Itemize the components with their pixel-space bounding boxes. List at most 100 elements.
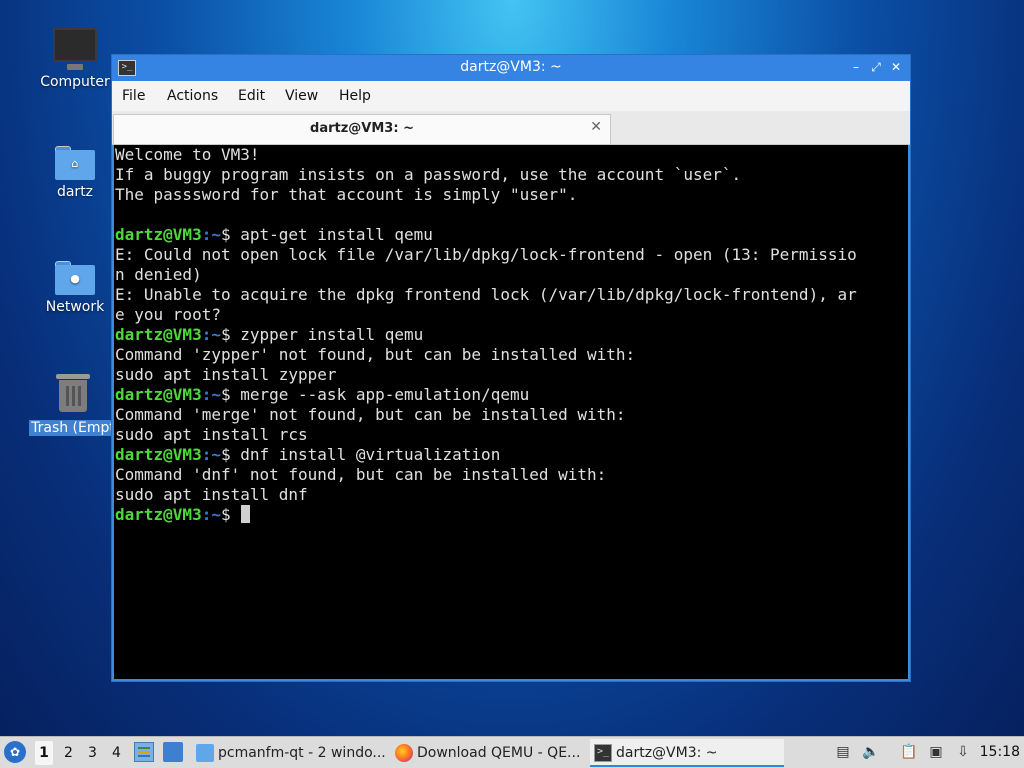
close-button[interactable]: ✕ [888, 59, 904, 75]
output-text: Command 'merge' not found, but can be in… [115, 405, 626, 424]
desktop-icon-computer[interactable]: Computer [30, 20, 120, 90]
workspace-4[interactable]: 4 [112, 745, 121, 761]
terminal-icon: >_ [594, 744, 612, 762]
prompt-user-host: dartz@VM3 [115, 325, 202, 344]
task-label: dartz@VM3: ~ [616, 745, 718, 761]
window-title: dartz@VM3: ~ [460, 59, 562, 75]
terminal-output-line: e you root? [115, 305, 857, 325]
prompt-user-host: dartz@VM3 [115, 505, 202, 524]
computer-icon [53, 28, 97, 70]
terminal-prompt-line: dartz@VM3:~$ [115, 505, 857, 525]
trash-icon [56, 374, 90, 414]
terminal-prompt-line: dartz@VM3:~$ zypper install qemu [115, 325, 857, 345]
command-text: zypper install qemu [240, 325, 424, 344]
terminal-output-line: Welcome to VM3! [115, 145, 857, 165]
output-text: sudo apt install rcs [115, 425, 308, 444]
menu-actions[interactable]: Actions [167, 88, 218, 104]
minimize-button[interactable]: – [848, 59, 864, 75]
start-menu-icon[interactable]: ✿ [4, 741, 26, 763]
task-firefox[interactable]: Download QEMU - QE... [391, 739, 585, 767]
tab-title: dartz@VM3: ~ [310, 121, 414, 136]
output-text: E: Could not open lock file /var/lib/dpk… [115, 245, 857, 264]
prompt-path: :~ [201, 325, 221, 344]
output-text: n denied) [115, 265, 202, 284]
tab-close-icon[interactable]: ✕ [590, 119, 602, 135]
output-text: The passsword for that account is simply… [115, 185, 578, 204]
menu-file[interactable]: File [122, 88, 145, 104]
network-tray-icon[interactable]: ▣ [927, 743, 945, 761]
terminal-output-line: n denied) [115, 265, 857, 285]
prompt-user-host: dartz@VM3 [115, 445, 202, 464]
workspace-1[interactable]: 1 [35, 741, 53, 765]
menu-help[interactable]: Help [339, 88, 371, 104]
command-text: apt-get install qemu [240, 225, 433, 244]
prompt-symbol: $ [220, 225, 241, 244]
prompt-path: :~ [201, 505, 221, 524]
prompt-path: :~ [201, 385, 221, 404]
text-cursor [241, 505, 251, 523]
output-text: Welcome to VM3! [115, 145, 260, 164]
menu-edit[interactable]: Edit [238, 88, 265, 104]
prompt-path: :~ [201, 225, 221, 244]
terminal-output-line: The passsword for that account is simply… [115, 185, 857, 205]
terminal-output-line: If a buggy program insists on a password… [115, 165, 857, 185]
terminal-output-line: sudo apt install rcs [115, 425, 857, 445]
network-folder-icon: ● [55, 261, 95, 295]
restore-button[interactable]: ⤢ [868, 59, 884, 75]
desktop-icon-home[interactable]: ⌂ dartz [30, 140, 120, 200]
tab-bar: dartz@VM3: ~ ✕ [112, 111, 910, 145]
desktop-icon-network[interactable]: ● Network [30, 255, 120, 315]
command-text: merge --ask app-emulation/qemu [240, 385, 530, 404]
terminal-tab[interactable]: dartz@VM3: ~ ✕ [113, 114, 611, 144]
home-folder-icon: ⌂ [55, 146, 95, 180]
task-file-manager[interactable]: pcmanfm-qt - 2 windo... [192, 739, 386, 767]
terminal-window: >_ dartz@VM3: ~ – ⤢ ✕ File Actions Edit … [111, 54, 911, 682]
task-label: Download QEMU - QE... [417, 745, 581, 761]
prompt-symbol: $ [220, 505, 241, 524]
terminal-output-line: E: Could not open lock file /var/lib/dpk… [115, 245, 857, 265]
terminal-prompt-line: dartz@VM3:~$ dnf install @virtualization [115, 445, 857, 465]
desktop-icon-trash[interactable]: Trash (Empt [28, 372, 118, 436]
volume-icon[interactable]: 🔈 [862, 743, 880, 761]
output-text: If a buggy program insists on a password… [115, 165, 742, 184]
command-text: dnf install @virtualization [240, 445, 501, 464]
terminal-output-line: Command 'dnf' not found, but can be inst… [115, 465, 857, 485]
menu-view[interactable]: View [285, 88, 318, 104]
output-text: Command 'zypper' not found, but can be i… [115, 345, 636, 364]
output-text: E: Unable to acquire the dpkg frontend l… [115, 285, 857, 304]
prompt-path: :~ [201, 445, 221, 464]
folder-icon [196, 744, 214, 762]
terminal-output-line: Command 'zypper' not found, but can be i… [115, 345, 857, 365]
terminal-prompt-line: dartz@VM3:~$ apt-get install qemu [115, 225, 857, 245]
prompt-symbol: $ [220, 385, 241, 404]
desktop-icon-label: Network [45, 299, 105, 315]
output-text: e you root? [115, 305, 221, 324]
notes-tray-icon[interactable]: 📋 [900, 743, 918, 761]
taskbar: ✿ 1 2 3 4 pcmanfm-qt - 2 windo... Downlo… [0, 736, 1024, 768]
clipboard-tray-icon[interactable]: ▤ [834, 743, 852, 761]
show-desktop-icon[interactable] [163, 742, 183, 762]
terminal-output-line: E: Unable to acquire the dpkg frontend l… [115, 285, 857, 305]
update-notifier-icon[interactable]: ⇩ [954, 743, 972, 761]
terminal-output-line: Command 'merge' not found, but can be in… [115, 405, 857, 425]
output-text: Command 'dnf' not found, but can be inst… [115, 465, 607, 484]
workspace-3[interactable]: 3 [88, 745, 97, 761]
prompt-user-host: dartz@VM3 [115, 225, 202, 244]
desktop-icon-label: Trash (Empt [29, 420, 117, 436]
output-text: sudo apt install zypper [115, 365, 337, 384]
task-terminal[interactable]: >_ dartz@VM3: ~ [590, 739, 784, 767]
prompt-symbol: $ [220, 325, 241, 344]
prompt-user-host: dartz@VM3 [115, 385, 202, 404]
workspace-2[interactable]: 2 [64, 745, 73, 761]
prompt-symbol: $ [220, 445, 241, 464]
task-label: pcmanfm-qt - 2 windo... [218, 745, 386, 761]
desktop-icon-label: dartz [56, 184, 94, 200]
file-manager-launcher-icon[interactable] [134, 742, 154, 762]
output-text: sudo apt install dnf [115, 485, 308, 504]
clock[interactable]: 15:18 [980, 744, 1020, 760]
title-bar[interactable]: >_ dartz@VM3: ~ – ⤢ ✕ [112, 55, 910, 81]
terminal-output-line: sudo apt install dnf [115, 485, 857, 505]
desktop-icon-label: Computer [40, 74, 110, 90]
terminal-output[interactable]: Welcome to VM3! If a buggy program insist… [114, 145, 908, 679]
